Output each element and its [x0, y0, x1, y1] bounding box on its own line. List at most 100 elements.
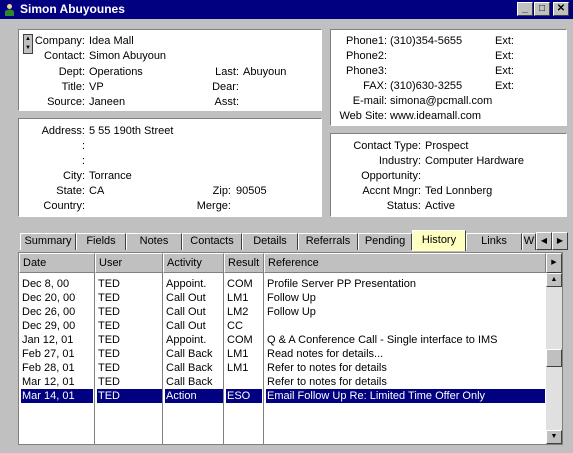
cell-reference: Read notes for details... [267, 348, 384, 360]
company-label: Company: [34, 35, 85, 47]
cell-user: TED [98, 362, 120, 374]
cell-user: TED [98, 292, 120, 304]
tab-strip: Summary Fields Notes Contacts Details Re… [18, 229, 568, 251]
phone1-label: Phone1: [346, 35, 387, 47]
source-field[interactable]: Janeen [89, 96, 125, 108]
cell-activity: Call Back [166, 362, 213, 374]
contact-panel: ▲ ▼ Company: Idea Mall Contact: Simon Ab… [18, 29, 322, 111]
cell-user: TED [97, 389, 162, 403]
table-row[interactable]: Jan 12, 01 TED Appoint. COM Q & A Conference… [19, 333, 544, 347]
cell-activity: Call Out [166, 292, 206, 304]
cell-user: TED [98, 376, 120, 388]
zip-field[interactable]: 90505 [236, 185, 267, 197]
industry-field[interactable]: Computer Hardware [425, 155, 524, 167]
address-label: Address: [41, 125, 85, 137]
tab-right-icon[interactable]: ▶ [552, 232, 568, 250]
website-field[interactable]: www.ideamall.com [390, 110, 481, 122]
scroll-up-icon[interactable]: ▲ [546, 273, 562, 287]
dept-label: Dept: [58, 66, 85, 78]
tab-left-icon[interactable]: ◀ [536, 232, 552, 250]
tab-pending[interactable]: Pending [358, 233, 412, 250]
column-header-date[interactable]: Date [19, 253, 95, 273]
minimize-icon[interactable]: _ [517, 2, 533, 16]
cell-date: Feb 28, 01 [22, 362, 75, 374]
maximize-icon[interactable]: □ [534, 2, 550, 16]
contact-label: Contact: [44, 50, 85, 62]
window-title: Simon Abuyounes [20, 2, 125, 16]
dear-label: Dear: [212, 81, 239, 93]
cell-user: TED [98, 320, 120, 332]
contact-type-field[interactable]: Prospect [425, 140, 468, 152]
column-header-activity[interactable]: Activity [163, 253, 224, 273]
city-field[interactable]: Torrance [89, 170, 132, 182]
website-label: Web Site: [339, 110, 388, 122]
cell-activity: Call Out [166, 306, 206, 318]
cell-reference: Email Follow Up Re: Limited Time Offer O… [266, 389, 545, 403]
tab-fields[interactable]: Fields [76, 233, 126, 250]
column-header-user[interactable]: User [95, 253, 163, 273]
opportunity-label: Opportunity: [361, 170, 421, 182]
tab-notes[interactable]: Notes [126, 233, 182, 250]
table-row[interactable]: Dec 29, 00 TED Call Out CC [19, 319, 544, 333]
table-row[interactable]: Mar 14, 01 TED Action ESO Email Follow Up Re… [19, 389, 545, 403]
title-field[interactable]: VP [89, 81, 104, 93]
cell-date: Feb 27, 01 [22, 348, 75, 360]
last-field[interactable]: Abuyoun [243, 66, 286, 78]
table-row[interactable]: Feb 28, 01 TED Call Back LM1 Refer to notes … [19, 361, 544, 375]
table-row[interactable]: Dec 26, 00 TED Call Out LM2 Follow Up [19, 305, 544, 319]
tab-referrals[interactable]: Referrals [298, 233, 358, 250]
zip-label: Zip: [212, 185, 231, 197]
address-field[interactable]: 5 55 190th Street [89, 125, 173, 137]
tab-details[interactable]: Details [242, 233, 298, 250]
state-field[interactable]: CA [89, 185, 104, 197]
cell-result: LM1 [227, 348, 249, 360]
close-icon[interactable]: ✕ [553, 2, 569, 16]
table-row[interactable]: Dec 8, 00 TED Appoint. COM Profile Server PP… [19, 277, 544, 291]
company-field[interactable]: Idea Mall [89, 35, 134, 47]
title-bar[interactable]: Simon Abuyounes _ □ ✕ [0, 0, 573, 19]
cell-result: LM1 [227, 362, 249, 374]
status-field[interactable]: Active [425, 200, 455, 212]
phone2-label: Phone2: [346, 50, 387, 62]
scroll-down-icon[interactable]: ▼ [546, 430, 562, 444]
contact-type-label: Contact Type: [353, 140, 421, 152]
table-row[interactable]: Dec 20, 00 TED Call Out LM1 Follow Up [19, 291, 544, 305]
email-field[interactable]: simona@pcmall.com [390, 95, 492, 107]
classification-panel: Contact Type: Prospect Industry: Compute… [330, 133, 567, 217]
cell-activity: Appoint. [166, 278, 207, 290]
cell-date: Dec 29, 00 [22, 320, 76, 332]
cell-date: Mar 12, 01 [22, 376, 75, 388]
contact-field[interactable]: Simon Abuyoun [89, 50, 166, 62]
cell-activity: Call Out [166, 320, 206, 332]
cell-date: Jan 12, 01 [22, 334, 74, 346]
cell-result: CC [227, 320, 243, 332]
table-row[interactable]: Feb 27, 01 TED Call Back LM1 Read notes for … [19, 347, 544, 361]
tab-more[interactable]: W [522, 233, 536, 250]
cell-reference: Follow Up [267, 306, 316, 318]
cell-date: Dec 8, 00 [22, 278, 70, 290]
source-label: Source: [47, 96, 85, 108]
phone1-field[interactable]: (310)354-5655 [390, 35, 462, 47]
dept-field[interactable]: Operations [89, 66, 143, 78]
table-row[interactable]: Mar 12, 01 TED Call Back Refer to notes for… [19, 375, 544, 389]
cell-reference: Refer to notes for details [267, 362, 387, 374]
tab-links[interactable]: Links [466, 233, 522, 250]
history-grid: Date User Activity Result Reference ▶ De… [18, 252, 563, 445]
cell-user: TED [98, 278, 120, 290]
address-line2-label: : [81, 140, 85, 152]
address-panel: Address: 5 55 190th Street : : City: Tor… [18, 118, 322, 217]
column-header-reference[interactable]: Reference [264, 253, 546, 273]
account-manager-field[interactable]: Ted Lonnberg [425, 185, 492, 197]
fax-field[interactable]: (310)630-3255 [390, 80, 462, 92]
tab-summary[interactable]: Summary [20, 233, 76, 250]
column-menu-icon[interactable]: ▶ [546, 253, 562, 273]
title-label: Title: [61, 81, 85, 93]
tab-contacts[interactable]: Contacts [182, 233, 242, 250]
column-header-result[interactable]: Result [224, 253, 264, 273]
cell-reference: Q & A Conference Call - Single interface… [267, 334, 498, 346]
last-label: Last: [215, 66, 239, 78]
cell-result [227, 375, 262, 389]
scroll-thumb[interactable] [546, 349, 562, 367]
tab-history[interactable]: History [412, 230, 466, 251]
cell-reference: Profile Server PP Presentation [267, 278, 416, 290]
